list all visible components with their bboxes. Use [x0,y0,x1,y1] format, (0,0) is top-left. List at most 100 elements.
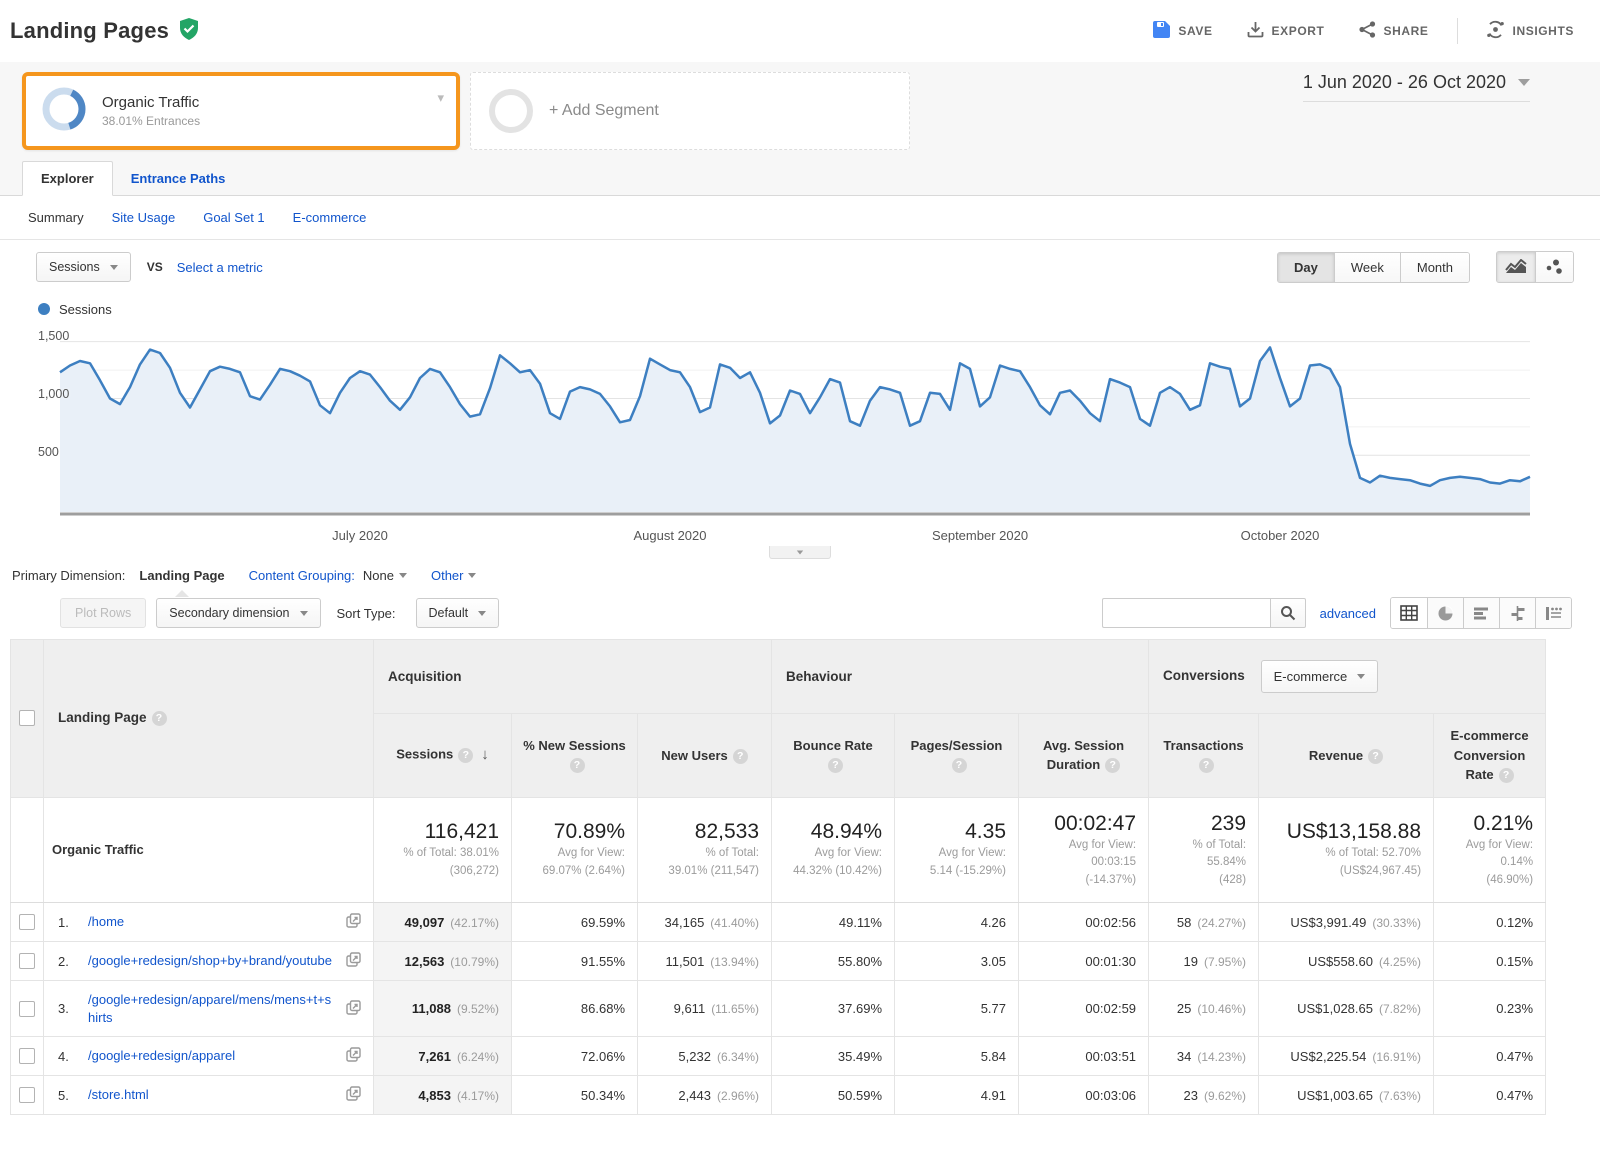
pivot-view-button[interactable] [1535,598,1571,628]
row-checkbox[interactable] [19,953,35,969]
row-checkbox[interactable] [19,914,35,930]
granularity-week[interactable]: Week [1334,253,1400,282]
granularity-month[interactable]: Month [1400,253,1469,282]
col-transactions[interactable]: Transactions? [1149,714,1259,798]
col-conv-rate[interactable]: E-commerce Conversion Rate? [1434,714,1546,798]
save-button[interactable]: SAVE [1153,21,1212,41]
percentage-view-button[interactable] [1427,598,1463,628]
transactions-cell: 34(14.23%) [1149,1037,1259,1076]
total-sub: (46.90%) [1442,873,1533,889]
subnav-summary[interactable]: Summary [28,210,84,225]
open-in-new-icon[interactable] [346,1000,361,1018]
select-all-cell [11,640,44,798]
conversions-type-selector[interactable]: E-commerce [1261,660,1379,693]
col-new-sessions[interactable]: % New Sessions? [512,714,638,798]
caret-down-icon [797,550,803,554]
col-revenue[interactable]: Revenue? [1259,714,1434,798]
row-checkbox[interactable] [19,1001,35,1017]
table-search-input[interactable] [1102,598,1270,628]
col-landing-page[interactable]: Landing Page? [44,640,374,798]
caret-down-icon [1518,79,1530,86]
landing-page-link[interactable]: /google+redesign/apparel [88,1047,338,1065]
help-icon[interactable]: ? [1368,749,1383,764]
total-value: 0.21% [1442,812,1533,836]
col-new-users[interactable]: New Users? [638,714,772,798]
landing-page-cell: 4./google+redesign/apparel [44,1037,374,1076]
table-row: 3./google+redesign/apparel/mens/mens+t+s… [11,981,1546,1037]
help-icon[interactable]: ? [570,758,585,773]
dimension-landing-page[interactable]: Landing Page [139,568,224,583]
granularity-day[interactable]: Day [1278,253,1334,282]
sort-type-selector[interactable]: Default [416,598,500,628]
help-icon[interactable]: ? [733,749,748,764]
motion-chart-button[interactable] [1535,252,1573,282]
landing-page-link[interactable]: /home [88,913,338,931]
line-chart-button[interactable] [1497,252,1535,282]
chevron-down-icon[interactable]: ▾ [437,90,444,106]
help-icon[interactable]: ? [1499,768,1514,783]
total-sessions: 116,421% of Total: 38.01%(306,272) [374,797,512,903]
search-button[interactable] [1270,598,1306,628]
total-sub: % of Total: [1157,838,1246,854]
value: 50.34% [581,1088,625,1103]
open-in-new-icon[interactable] [346,1047,361,1065]
open-in-new-icon[interactable] [346,952,361,970]
open-in-new-icon[interactable] [346,1086,361,1104]
insights-button[interactable]: INSIGHTS [1486,20,1574,42]
secondary-dimension-button[interactable]: Secondary dimension [156,598,320,628]
help-icon[interactable]: ? [458,748,473,763]
subnav-site-usage[interactable]: Site Usage [112,210,176,225]
active-segment-card[interactable]: Organic Traffic 38.01% Entrances ▾ [22,72,460,150]
select-all-checkbox[interactable] [19,710,35,726]
select-metric-link[interactable]: Select a metric [177,260,263,275]
total-revenue: US$13,158.88% of Total: 52.70%(US$24,967… [1259,797,1434,903]
col-bounce-rate[interactable]: Bounce Rate? [772,714,895,798]
value: US$1,003.65 [1297,1088,1373,1103]
subnav-ecommerce[interactable]: E-commerce [293,210,367,225]
help-icon[interactable]: ? [152,711,167,726]
subnav-goal-set-1[interactable]: Goal Set 1 [203,210,264,225]
other-dimension-link[interactable]: Other [431,568,477,583]
comparison-view-button[interactable] [1499,598,1535,628]
add-segment-button[interactable]: + Add Segment [470,72,910,150]
plot-rows-button[interactable]: Plot Rows [60,598,146,628]
export-button[interactable]: EXPORT [1247,21,1325,41]
total-new_users: 82,533% of Total:39.01% (211,547) [638,797,772,903]
value: US$2,225.54 [1290,1049,1366,1064]
share-button[interactable]: SHARE [1359,21,1429,41]
col-pages-session[interactable]: Pages/Session? [895,714,1019,798]
metric-selector[interactable]: Sessions [36,252,131,282]
pages-session-cell: 5.84 [895,1037,1019,1076]
content-grouping-link[interactable]: Content Grouping: [249,568,355,583]
row-checkbox[interactable] [19,1087,35,1103]
total-sub: 55.84% [1157,855,1246,871]
landing-page-link[interactable]: /google+redesign/shop+by+brand/youtube [88,952,338,970]
value: 00:03:51 [1085,1049,1136,1064]
landing-pages-table: Landing Page? Acquisition Behaviour Conv… [10,639,1546,1115]
row-checkbox[interactable] [19,1048,35,1064]
date-range-picker[interactable]: 1 Jun 2020 - 26 Oct 2020 [1303,72,1530,102]
new-sessions-cell: 91.55% [512,942,638,981]
total-transactions: 239% of Total:55.84%(428) [1149,797,1259,903]
help-icon[interactable]: ? [1105,758,1120,773]
help-icon[interactable]: ? [828,758,843,773]
tab-entrance-paths[interactable]: Entrance Paths [113,162,244,195]
tab-explorer[interactable]: Explorer [22,161,113,196]
open-in-new-icon[interactable] [346,913,361,931]
sessions-chart[interactable]: 1,500 1,000 500 [30,324,1570,524]
col-avg-duration[interactable]: Avg. Session Duration? [1019,714,1149,798]
landing-page-link[interactable]: /google+redesign/apparel/mens/mens+t+shi… [88,991,338,1026]
table-row: 2./google+redesign/shop+by+brand/youtube… [11,942,1546,981]
total-sub: Avg for View: [1442,838,1533,854]
landing-page-link[interactable]: /store.html [88,1086,338,1104]
col-sessions[interactable]: Sessions?↓ [374,714,512,798]
help-icon[interactable]: ? [952,758,967,773]
value: US$558.60 [1308,954,1373,969]
data-view-button[interactable] [1391,598,1427,628]
date-range-value: 1 Jun 2020 - 26 Oct 2020 [1303,72,1506,93]
advanced-search-link[interactable]: advanced [1320,606,1376,621]
performance-view-button[interactable] [1463,598,1499,628]
help-icon[interactable]: ? [1199,758,1214,773]
content-grouping-value[interactable]: None [363,568,407,583]
chart-collapse-handle[interactable] [769,546,831,559]
